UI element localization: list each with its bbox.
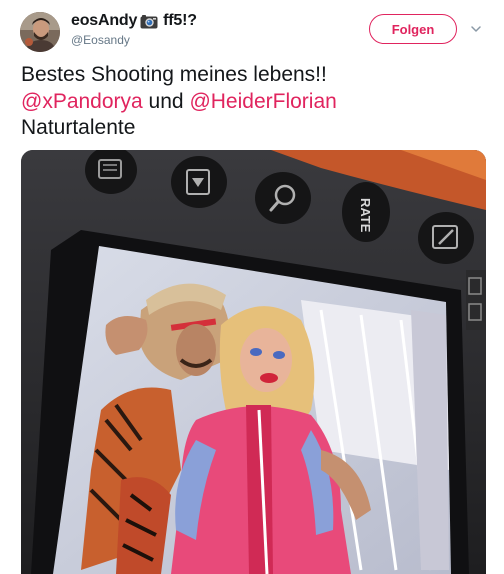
tweet-header: eosAndy ff5!? @Eosandy Folgen xyxy=(0,0,504,60)
tweet-text: Bestes Shooting meines lebens!! @xPandor… xyxy=(21,62,491,142)
tweet-media-photo[interactable]: RATE xyxy=(21,150,486,574)
avatar-image xyxy=(20,12,60,52)
camera-screen xyxy=(53,246,451,574)
author-name[interactable]: eosAndy ff5!? xyxy=(71,12,197,30)
chevron-down-icon[interactable] xyxy=(469,22,483,36)
tweet-line-1: Bestes Shooting meines lebens!! xyxy=(21,63,327,86)
mention-link-heiderflorian[interactable]: @HeiderFlorian xyxy=(189,90,336,113)
avatar[interactable] xyxy=(20,12,60,52)
mention-link-xpandorya[interactable]: @xPandorya xyxy=(21,90,143,113)
tweet-connector: und xyxy=(142,89,190,113)
tweet-line-3: Naturtalente xyxy=(21,116,136,139)
rate-button-label: RATE xyxy=(358,198,373,233)
follow-button[interactable]: Folgen xyxy=(369,14,457,44)
display-name-suffix: ff5!? xyxy=(163,12,197,29)
display-name: eosAndy xyxy=(71,12,138,29)
camera-photo-image: RATE xyxy=(21,150,486,574)
author-handle[interactable]: @Eosandy xyxy=(71,33,130,47)
camera-emoji-icon xyxy=(140,14,158,29)
